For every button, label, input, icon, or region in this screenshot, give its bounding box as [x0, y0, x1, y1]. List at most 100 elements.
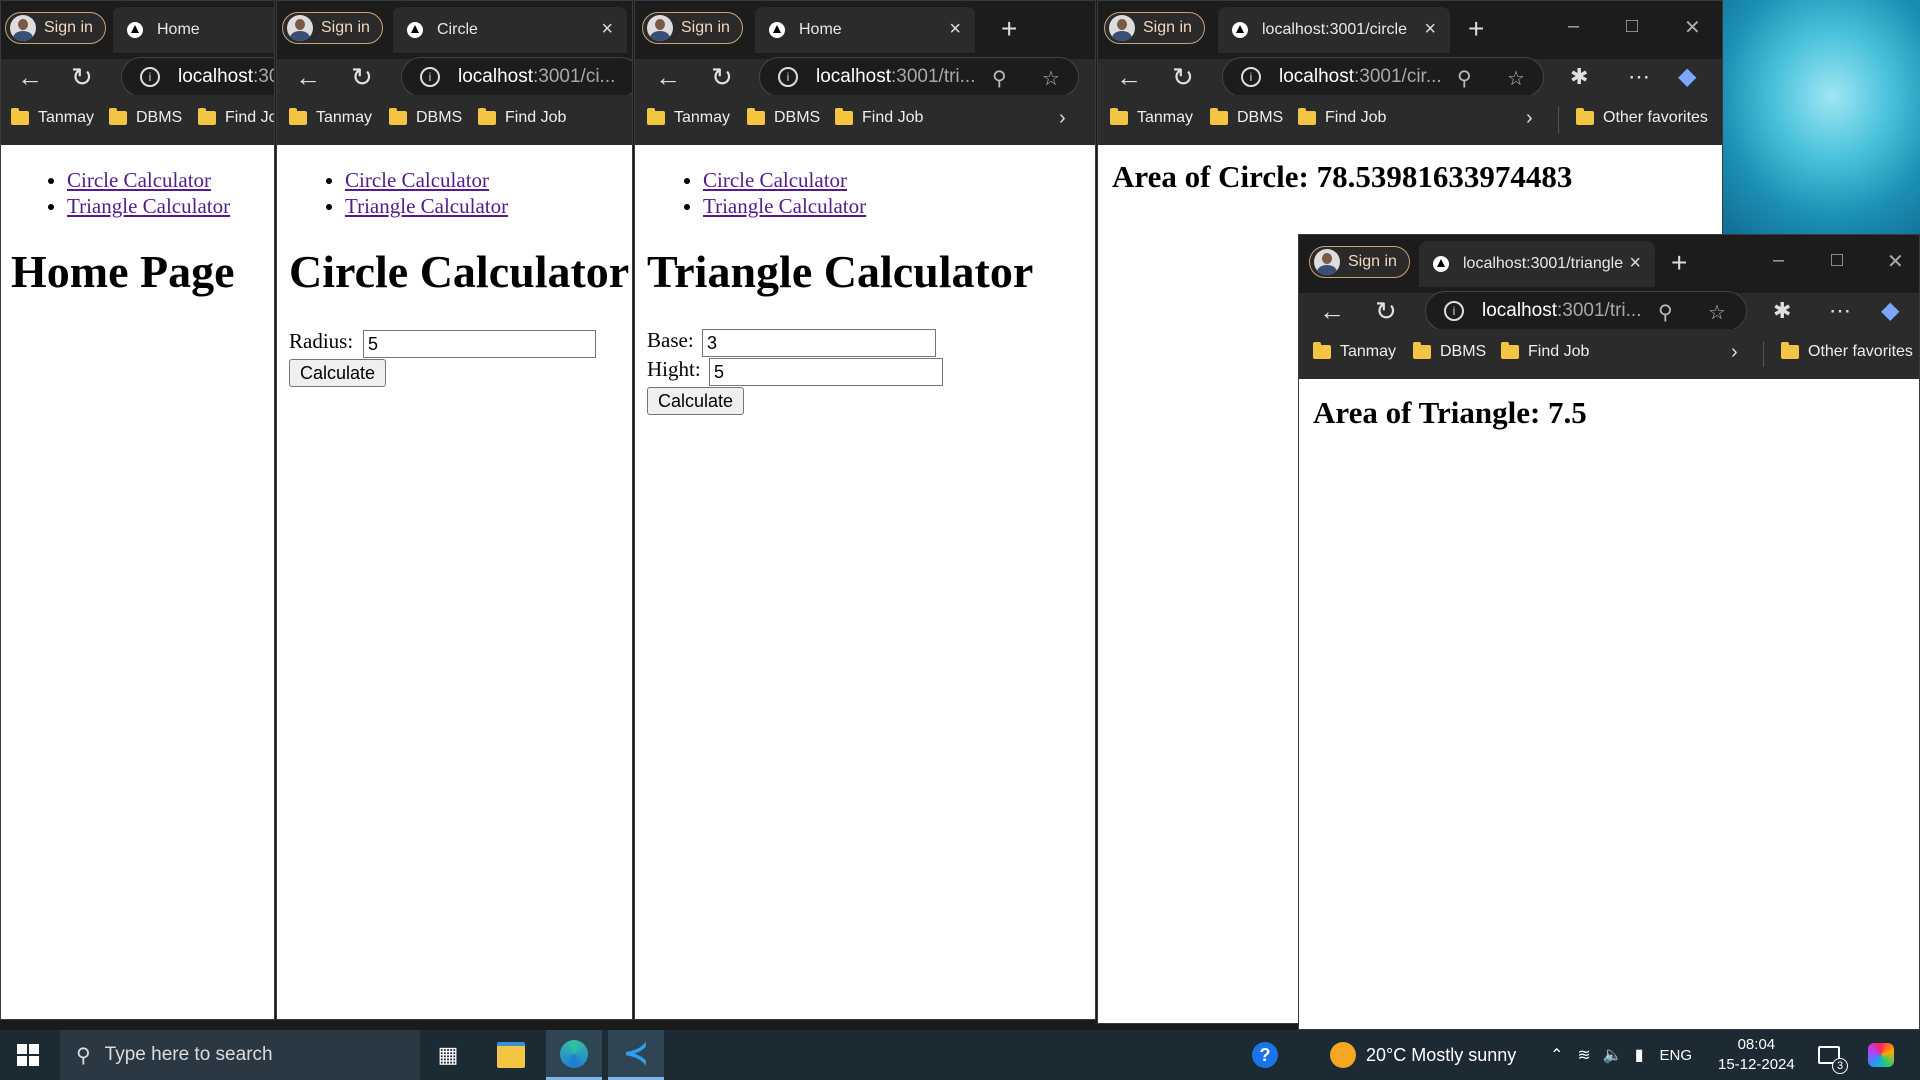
- base-input[interactable]: [702, 329, 936, 357]
- other-favorites[interactable]: Other favorites: [1781, 342, 1913, 361]
- favorite-find-job[interactable]: Find Job: [1501, 342, 1589, 361]
- sign-in-button[interactable]: Sign in: [1309, 246, 1410, 278]
- star-icon[interactable]: ☆: [1042, 66, 1060, 91]
- close-window-icon[interactable]: ✕: [1887, 249, 1904, 274]
- file-explorer-icon[interactable]: [483, 1030, 539, 1080]
- circle-calculator-link[interactable]: Circle Calculator: [67, 168, 211, 192]
- back-icon[interactable]: ←: [17, 63, 43, 91]
- taskbar-search[interactable]: ⚲ Type here to search: [60, 1030, 420, 1080]
- chevron-up-icon[interactable]: ⌃: [1550, 1045, 1563, 1065]
- help-icon[interactable]: ?: [1252, 1030, 1278, 1080]
- extensions-icon[interactable]: ✱: [1773, 297, 1791, 325]
- favorite-tanmay[interactable]: Tanmay: [11, 108, 94, 127]
- info-icon[interactable]: i: [1241, 67, 1261, 87]
- back-icon[interactable]: ←: [655, 63, 681, 91]
- copilot-icon[interactable]: [1868, 1030, 1894, 1080]
- new-tab-icon[interactable]: +: [1671, 249, 1687, 277]
- new-tab-icon[interactable]: +: [1001, 15, 1017, 43]
- tab-home[interactable]: Home: [113, 7, 274, 53]
- windows-start-icon[interactable]: [17, 1044, 39, 1066]
- close-tab-icon[interactable]: ×: [1629, 252, 1641, 275]
- zoom-icon[interactable]: ⚲: [1457, 66, 1472, 91]
- close-tab-icon[interactable]: ×: [1424, 18, 1436, 41]
- zoom-icon[interactable]: ⚲: [992, 66, 1007, 91]
- sign-in-button[interactable]: Sign in: [642, 12, 743, 44]
- clock[interactable]: 08:04 15-12-2024: [1718, 1030, 1795, 1080]
- maximize-icon[interactable]: □: [1831, 249, 1843, 272]
- task-view-icon[interactable]: ▦: [420, 1030, 476, 1080]
- address-bar[interactable]: i localhost:3001: [121, 57, 274, 97]
- copilot-icon[interactable]: ◆: [1678, 63, 1696, 91]
- close-tab-icon[interactable]: ×: [601, 18, 613, 41]
- chevron-right-icon[interactable]: ›: [1526, 107, 1533, 130]
- tray-icons[interactable]: ⌃ ≋ 🔈 ▮ ENG: [1550, 1030, 1692, 1080]
- tab-home[interactable]: Home ×: [755, 7, 975, 53]
- favorite-dbms[interactable]: DBMS: [1413, 342, 1486, 361]
- info-icon[interactable]: i: [140, 67, 160, 87]
- extensions-icon[interactable]: ✱: [1570, 63, 1588, 91]
- notifications-icon[interactable]: 3: [1818, 1030, 1848, 1080]
- chevron-right-icon[interactable]: ›: [1059, 107, 1066, 130]
- address-bar[interactable]: i localhost:3001/tri... ⚲ ☆: [1425, 291, 1747, 331]
- more-icon[interactable]: ⋯: [1829, 297, 1851, 325]
- calculate-button[interactable]: Calculate: [289, 359, 387, 387]
- favorite-dbms[interactable]: DBMS: [747, 108, 820, 127]
- triangle-calculator-link[interactable]: Triangle Calculator: [345, 194, 508, 218]
- triangle-calculator-link[interactable]: Triangle Calculator: [703, 194, 866, 218]
- info-icon[interactable]: i: [1444, 301, 1464, 321]
- height-input[interactable]: [709, 358, 943, 386]
- vscode-icon[interactable]: ≺: [608, 1030, 664, 1080]
- battery-icon[interactable]: ▮: [1635, 1045, 1644, 1065]
- favorite-dbms[interactable]: DBMS: [389, 108, 462, 127]
- sign-in-button[interactable]: Sign in: [5, 12, 106, 44]
- circle-calculator-link[interactable]: Circle Calculator: [345, 168, 489, 192]
- network-icon[interactable]: ≋: [1577, 1045, 1590, 1065]
- edge-icon[interactable]: [546, 1030, 602, 1080]
- back-icon[interactable]: ←: [295, 63, 321, 91]
- sign-in-button[interactable]: Sign in: [1104, 12, 1205, 44]
- zoom-icon[interactable]: ⚲: [1658, 300, 1673, 325]
- favorite-dbms[interactable]: DBMS: [1210, 108, 1283, 127]
- favorite-find-job[interactable]: Find Job: [198, 108, 274, 127]
- refresh-icon[interactable]: ↻: [711, 63, 733, 91]
- copilot-icon[interactable]: ◆: [1881, 297, 1899, 325]
- info-icon[interactable]: i: [420, 67, 440, 87]
- favorite-dbms[interactable]: DBMS: [109, 108, 182, 127]
- favorite-find-job[interactable]: Find Job: [1298, 108, 1386, 127]
- favorite-tanmay[interactable]: Tanmay: [647, 108, 730, 127]
- refresh-icon[interactable]: ↻: [1172, 63, 1194, 91]
- address-bar[interactable]: i localhost:3001/ci...: [401, 57, 632, 97]
- sign-in-button[interactable]: Sign in: [282, 12, 383, 44]
- maximize-icon[interactable]: □: [1626, 15, 1638, 38]
- close-window-icon[interactable]: ✕: [1684, 15, 1701, 40]
- circle-calculator-link[interactable]: Circle Calculator: [703, 168, 847, 192]
- address-bar[interactable]: i localhost:3001/tri... ⚲ ☆: [759, 57, 1079, 97]
- volume-icon[interactable]: 🔈: [1603, 1045, 1623, 1065]
- favorite-tanmay[interactable]: Tanmay: [1110, 108, 1193, 127]
- favorite-find-job[interactable]: Find Job: [478, 108, 566, 127]
- more-icon[interactable]: ⋯: [1628, 63, 1650, 91]
- refresh-icon[interactable]: ↻: [351, 63, 373, 91]
- back-icon[interactable]: ←: [1116, 63, 1142, 91]
- tab-triangle-result[interactable]: localhost:3001/triangle ×: [1419, 241, 1655, 287]
- favorite-tanmay[interactable]: Tanmay: [1313, 342, 1396, 361]
- new-tab-icon[interactable]: +: [1468, 15, 1484, 43]
- favorite-find-job[interactable]: Find Job: [835, 108, 923, 127]
- close-tab-icon[interactable]: ×: [949, 18, 961, 41]
- star-icon[interactable]: ☆: [1507, 66, 1525, 91]
- info-icon[interactable]: i: [778, 67, 798, 87]
- calculate-button[interactable]: Calculate: [647, 387, 745, 415]
- minimize-icon[interactable]: –: [1773, 249, 1784, 272]
- other-favorites[interactable]: Other favorites: [1576, 108, 1708, 127]
- refresh-icon[interactable]: ↻: [1375, 297, 1397, 325]
- star-icon[interactable]: ☆: [1708, 300, 1726, 325]
- tab-circle-result[interactable]: localhost:3001/circle ×: [1218, 7, 1450, 53]
- weather-widget[interactable]: 20°C Mostly sunny: [1330, 1030, 1516, 1080]
- triangle-calculator-link[interactable]: Triangle Calculator: [67, 194, 230, 218]
- language-indicator[interactable]: ENG: [1660, 1047, 1693, 1064]
- tab-circle[interactable]: Circle ×: [393, 7, 627, 53]
- address-bar[interactable]: i localhost:3001/cir... ⚲ ☆: [1222, 57, 1544, 97]
- favorite-tanmay[interactable]: Tanmay: [289, 108, 372, 127]
- refresh-icon[interactable]: ↻: [71, 63, 93, 91]
- back-icon[interactable]: ←: [1319, 297, 1345, 325]
